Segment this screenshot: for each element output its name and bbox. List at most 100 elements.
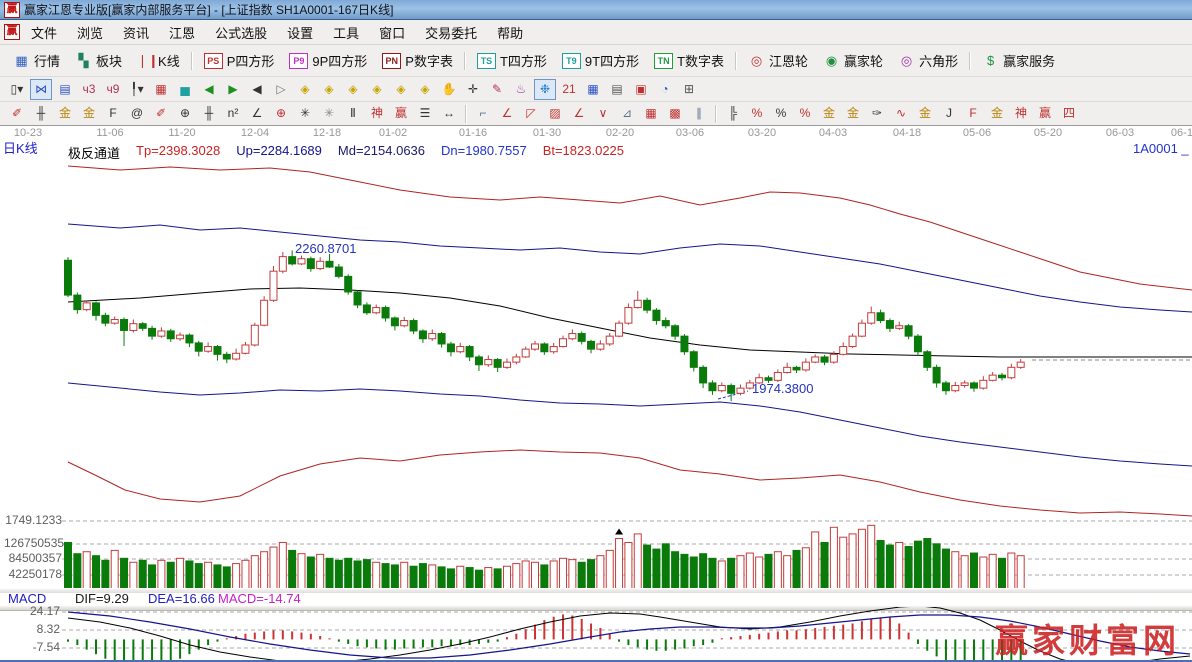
ruler-123-tool-icon[interactable]: ☰ — [414, 103, 436, 124]
menu-浏览[interactable]: 浏览 — [68, 20, 112, 45]
gold-line-tool-icon[interactable]: 金 — [914, 103, 936, 124]
grid-box-tool-1-icon[interactable]: ▦ — [640, 103, 662, 124]
nav-prev-icon[interactable]: ◀ — [246, 79, 268, 100]
percent-line-tool-icon[interactable]: % — [794, 103, 816, 124]
ying-bars-tool-icon[interactable]: 赢 — [390, 103, 412, 124]
sector-blocks-button[interactable]: ▚板块 — [68, 48, 129, 73]
h-arrow-tool-icon[interactable]: ↔ — [438, 103, 460, 124]
spiral-tool-icon[interactable]: @ — [126, 103, 148, 124]
pen-marker-tool-icon[interactable]: ✎ — [486, 79, 508, 100]
gann-fence-tool-icon[interactable]: ╫ — [30, 103, 52, 124]
n-squared-tool-icon[interactable]: n² — [222, 103, 244, 124]
tri-line-tool-icon[interactable]: ⊿ — [616, 103, 638, 124]
menu-公式选股[interactable]: 公式选股 — [206, 20, 276, 45]
statement-tool-icon[interactable]: ▤ — [606, 79, 628, 100]
data-refresh-tool-icon[interactable]: ◔ — [654, 79, 676, 100]
9t-square-button[interactable]: T99T四方形 — [555, 48, 646, 73]
t-number-table-button[interactable]: TNT数字表 — [647, 48, 731, 73]
crosshair-tool-icon[interactable]: ✛ — [462, 79, 484, 100]
box-fan-tool-icon[interactable]: ◸ — [520, 103, 542, 124]
grid-box-tool-2-icon[interactable]: ▩ — [664, 103, 686, 124]
menu-工具[interactable]: 工具 — [324, 20, 368, 45]
nav-last-icon[interactable]: ▶ — [222, 79, 244, 100]
calculator-tool-icon[interactable]: ▦ — [582, 79, 604, 100]
zoom-diamond-expand-icon[interactable]: ◈ — [390, 79, 412, 100]
menu-资讯[interactable]: 资讯 — [114, 20, 158, 45]
winner-wheel-button[interactable]: ◉赢家轮 — [816, 48, 890, 73]
pen-knife-tool-icon[interactable]: ✐ — [6, 103, 28, 124]
si-angle-tool-icon[interactable]: 四 — [1058, 103, 1080, 124]
gold-gate-tool-2-icon[interactable]: 金 — [78, 103, 100, 124]
menu-江恩[interactable]: 江恩 — [160, 20, 204, 45]
spectrum-bars-tool-icon[interactable]: ▅ — [174, 79, 196, 100]
save-tool-icon[interactable]: ▣ — [630, 79, 652, 100]
nav-next-icon[interactable]: ▷ — [270, 79, 292, 100]
angle-lines-tool-icon[interactable]: ∠ — [568, 103, 590, 124]
winner-service-button[interactable]: $赢家服务 — [975, 48, 1062, 73]
p-number-table-button[interactable]: PNP数字表 — [375, 48, 460, 73]
target-circle-tool-icon[interactable]: ⊕ — [270, 103, 292, 124]
gold-gate-tool-1-icon[interactable]: 金 — [54, 103, 76, 124]
market-quotes-button[interactable]: ▦行情 — [6, 48, 67, 73]
gann-wheel-button[interactable]: ◎江恩轮 — [741, 48, 815, 73]
dotted-star-box-tool-icon[interactable]: ✳ — [318, 103, 340, 124]
star-web-tool-icon[interactable]: ✳ — [294, 103, 316, 124]
app-logo-icon: 赢 — [4, 2, 20, 18]
fence-plain-tool-icon[interactable]: ╫ — [198, 103, 220, 124]
l-bars-tool-icon[interactable]: ╠ — [722, 103, 744, 124]
menu-帮助[interactable]: 帮助 — [488, 20, 532, 45]
k-marks-tool-icon[interactable]: Ⅱ — [342, 103, 364, 124]
v-dotted-tool-icon[interactable]: ∨ — [592, 103, 614, 124]
wave-w-tool-icon[interactable]: ∿ — [890, 103, 912, 124]
gold-bars-tool-icon[interactable]: 金 — [842, 103, 864, 124]
stamp-tool-icon[interactable]: ♨ — [510, 79, 532, 100]
shen-bars-tool-icon[interactable]: 神 — [366, 103, 388, 124]
angle-ruler-tool-icon[interactable]: ∠ — [246, 103, 268, 124]
slash-lines-tool-icon[interactable]: ∥ — [688, 103, 710, 124]
menu-交易委托[interactable]: 交易委托 — [416, 20, 486, 45]
candle-style-dropdown-icon[interactable]: ▯▾ — [6, 79, 28, 100]
order-tool-icon[interactable]: ⊞ — [678, 79, 700, 100]
volume-pane[interactable] — [0, 518, 1192, 593]
9p-square-button[interactable]: P99P四方形 — [282, 48, 374, 73]
shen-angle-tool-icon[interactable]: 神 — [1010, 103, 1032, 124]
fan-lines-tool-icon[interactable]: ∠ — [496, 103, 518, 124]
rocket-pen-tool-icon[interactable]: ✐ — [150, 103, 172, 124]
menu-设置[interactable]: 设置 — [278, 20, 322, 45]
menu-文件[interactable]: 文件 — [22, 20, 66, 45]
hatch-box-tool-icon[interactable]: ▨ — [544, 103, 566, 124]
main-kline-chart[interactable] — [0, 140, 1192, 518]
p-square-button[interactable]: PSP四方形 — [197, 48, 282, 73]
info-note-tool-icon[interactable]: ▤ — [54, 79, 76, 100]
f-bars-tool-icon[interactable]: F — [102, 103, 124, 124]
zoom-diamond-full-icon[interactable]: ◈ — [414, 79, 436, 100]
f-angle-tool-icon[interactable]: F — [962, 103, 984, 124]
compass-circle-tool-icon[interactable]: ⊕ — [174, 103, 196, 124]
pan-hand-tool-icon[interactable]: ✋ — [438, 79, 460, 100]
zoom-diamond-right-icon[interactable]: ◈ — [318, 79, 340, 100]
bars-9-tool-icon[interactable]: ч9 — [102, 79, 124, 100]
pattern-overlay-tool-icon[interactable]: ⋈ — [30, 79, 52, 100]
zoom-diamond-horizontal-icon[interactable]: ◈ — [342, 79, 364, 100]
percent-tool-icon[interactable]: % — [770, 103, 792, 124]
ink-brush-tool-icon[interactable]: ✑ — [866, 103, 888, 124]
thin-candle-dropdown-icon[interactable]: ╿▾ — [126, 79, 148, 100]
hexagon-button[interactable]: ◎六角形 — [891, 48, 965, 73]
gann-grid-tool-icon[interactable]: ▦ — [150, 79, 172, 100]
gold-angle-tool-icon[interactable]: 金 — [986, 103, 1008, 124]
ying-angle-tool-icon[interactable]: 赢 — [1034, 103, 1056, 124]
zoom-diamond-compress-icon[interactable]: ◈ — [366, 79, 388, 100]
menu-窗口[interactable]: 窗口 — [370, 20, 414, 45]
title-bar[interactable]: 赢 赢家江恩专业版[赢家内部服务平台] - [上证指数 SH1A0001-167… — [0, 0, 1192, 20]
percent-slash-tool-icon[interactable]: % — [746, 103, 768, 124]
bars-3-tool-icon[interactable]: ч3 — [78, 79, 100, 100]
calendar-21-tool-icon[interactable]: 21 — [558, 79, 580, 100]
analyzer-tool-icon[interactable]: ❉ — [534, 79, 556, 100]
t-square-button[interactable]: TST四方形 — [470, 48, 554, 73]
nav-first-icon[interactable]: ◀ — [198, 79, 220, 100]
j-angle-tool-icon[interactable]: J — [938, 103, 960, 124]
gold-circle-tool-icon[interactable]: 金 — [818, 103, 840, 124]
kline-button[interactable]: ❘❙K线 — [130, 48, 187, 73]
corner-box-tool-icon[interactable]: ⌐ — [472, 103, 494, 124]
zoom-diamond-left-icon[interactable]: ◈ — [294, 79, 316, 100]
